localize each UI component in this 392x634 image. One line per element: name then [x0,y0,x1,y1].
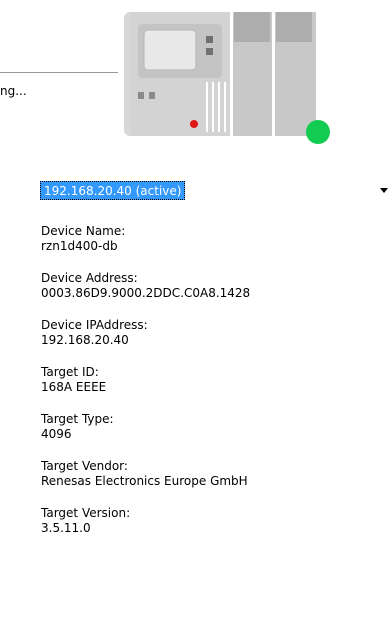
target-id-field: Target ID: 168A EEEE [41,365,386,395]
target-version-label: Target Version: [41,506,131,520]
device-name-label: Device Name: [41,224,126,238]
target-vendor-value: Renesas Electronics Europe GmbH [41,474,248,488]
device-info-panel: Device Name: rzn1d400-db Device Address:… [41,224,386,553]
target-id-label: Target ID: [41,365,99,379]
target-vendor-field: Target Vendor: Renesas Electronics Europ… [41,459,386,489]
device-address-label: Device Address: [41,271,138,285]
target-type-label: Target Type: [41,412,114,426]
target-type-value: 4096 [41,427,72,441]
device-name-field: Device Name: rzn1d400-db [41,224,386,254]
selected-device-address[interactable]: 192.168.20.40 (active) [40,181,186,200]
target-version-value: 3.5.11.0 [41,521,91,535]
scan-status-text: ng... [0,84,27,98]
dropdown-arrow-icon[interactable] [380,188,388,193]
divider-line [0,72,118,73]
plc-device-icon [124,12,316,136]
target-vendor-label: Target Vendor: [41,459,128,473]
device-illustration [124,10,316,136]
target-id-value: 168A EEEE [41,380,107,394]
device-ip-label: Device IPAddress: [41,318,148,332]
device-address-field: Device Address: 0003.86D9.9000.2DDC.C0A8… [41,271,386,301]
device-ip-field: Device IPAddress: 192.168.20.40 [41,318,386,348]
online-status-indicator [306,120,330,144]
device-address-value: 0003.86D9.9000.2DDC.C0A8.1428 [41,286,251,300]
device-ip-value: 192.168.20.40 [41,333,129,347]
target-type-field: Target Type: 4096 [41,412,386,442]
device-name-value: rzn1d400-db [41,239,118,253]
target-version-field: Target Version: 3.5.11.0 [41,506,386,536]
device-selector-dropdown[interactable]: 192.168.20.40 (active) [40,181,392,202]
